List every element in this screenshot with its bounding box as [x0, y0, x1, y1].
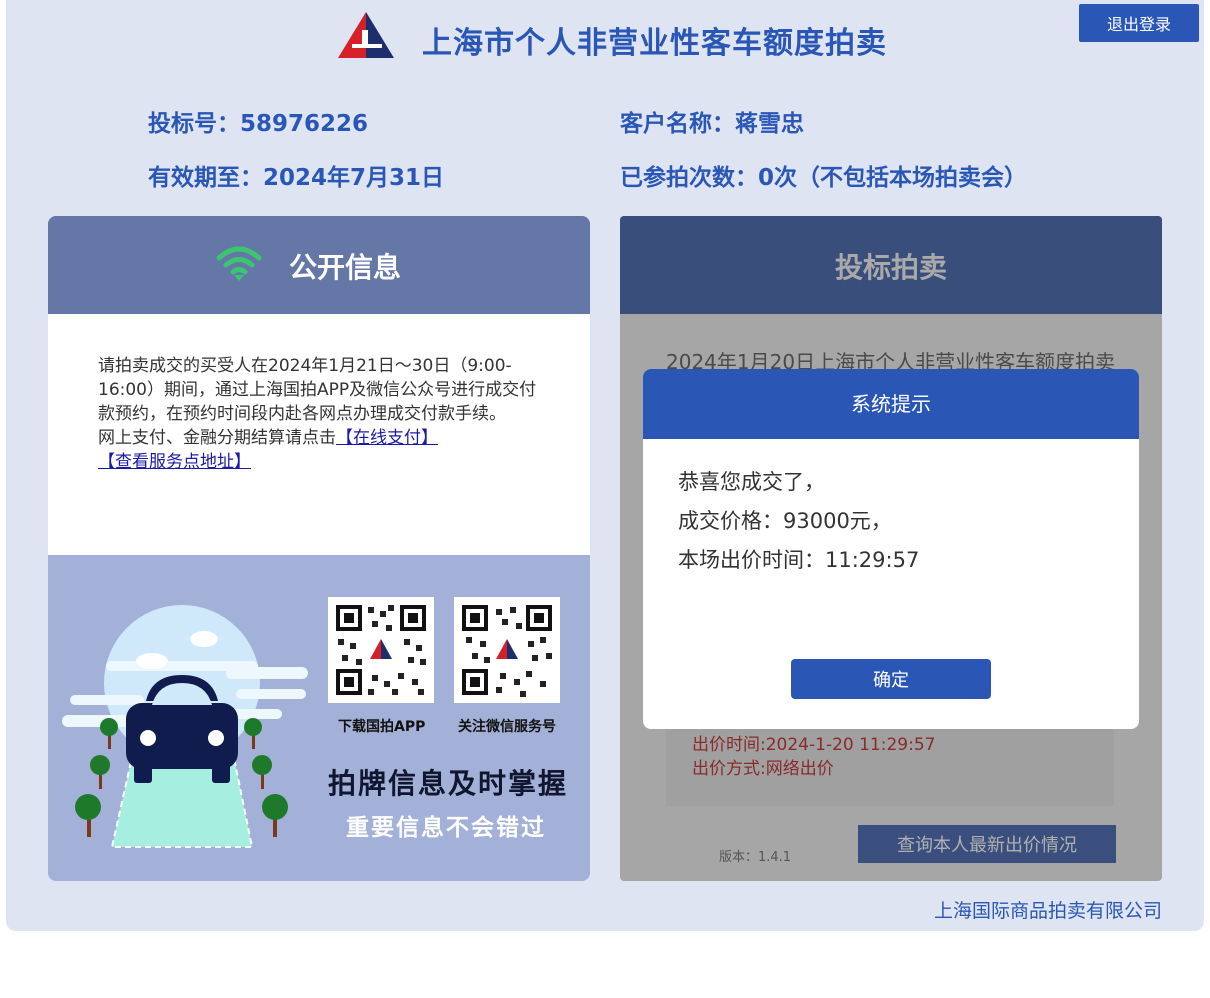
public-info-panel: 公开信息 请拍卖成交的买受人在2024年1月21日～30日（9:00-16:00…	[48, 216, 590, 881]
public-info-title: 公开信息	[289, 251, 402, 284]
participation-count: 已参拍次数：0次（不包括本场拍卖会）	[620, 165, 1028, 191]
car-illustration	[62, 605, 308, 848]
customer-name: 客户名称：蒋雪忠	[620, 111, 804, 137]
bid-method: 出价方式:网络出价	[692, 759, 834, 779]
dialog-deal-price: 成交价格：93000元，	[678, 509, 892, 533]
bidding-title: 投标拍卖	[834, 251, 947, 284]
service-point-link[interactable]: 【查看服务点地址】	[98, 452, 251, 472]
qr-app-label: 下载国拍APP	[338, 719, 426, 735]
notice-text: 请拍卖成交的买受人在2024年1月21日～30日（9:00-16:00）期间，通…	[98, 356, 537, 424]
qr-wechat-label: 关注微信服务号	[458, 719, 556, 735]
payment-text: 网上支付、金融分期结算请点击	[98, 428, 336, 448]
version-label: 版本：1.4.1	[719, 850, 792, 865]
notice-area: 请拍卖成交的买受人在2024年1月21日～30日（9:00-16:00）期间，通…	[48, 314, 590, 555]
online-pay-link[interactable]: 【在线支付】	[336, 428, 438, 448]
query-latest-bid-button[interactable]: 查询本人最新出价情况	[858, 825, 1116, 863]
bidding-header: 投标拍卖	[620, 216, 1162, 314]
company-footer: 上海国际商品拍卖有限公司	[933, 900, 1162, 922]
notice-text-block: 请拍卖成交的买受人在2024年1月21日～30日（9:00-16:00）期间，通…	[98, 354, 546, 474]
qr-code-app	[328, 597, 434, 703]
qr-code-wechat	[454, 597, 560, 703]
public-info-header: 公开信息	[48, 216, 590, 314]
dialog-bid-time: 本场出价时间：11:29:57	[678, 548, 920, 572]
dialog-title: 系统提示	[643, 369, 1139, 439]
slogan-main: 拍牌信息及时掌握	[328, 767, 569, 800]
page-title: 上海市个人非营业性客车额度拍卖	[422, 26, 887, 61]
logo-icon	[338, 12, 394, 58]
wifi-icon	[216, 246, 262, 281]
slogan-sub: 重要信息不会错过	[346, 815, 546, 841]
bid-number: 投标号：58976226	[148, 111, 369, 137]
valid-until: 有效期至：2024年7月31日	[148, 165, 445, 191]
dialog-success-message: 恭喜您成交了，	[678, 470, 825, 494]
confirm-button[interactable]: 确定	[791, 659, 991, 699]
logout-button[interactable]: 退出登录	[1079, 4, 1199, 42]
system-prompt-dialog: 系统提示 恭喜您成交了， 成交价格：93000元， 本场出价时间：11:29:5…	[643, 369, 1139, 729]
bid-time: 出价时间:2024-1-20 11:29:57	[692, 735, 936, 755]
